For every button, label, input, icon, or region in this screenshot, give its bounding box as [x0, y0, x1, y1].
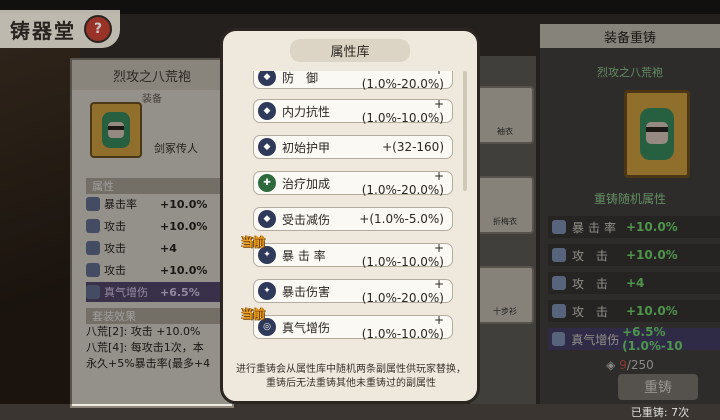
modal-title-bar: 属性库 — [223, 38, 477, 62]
attribute-range: +(32-160) — [382, 140, 444, 154]
attribute-name: 真气增伤 — [282, 320, 331, 335]
attribute-row: ✦ 暴击伤害 +(1.0%-20.0%) — [253, 277, 453, 305]
attribute-name: 内力抗性 — [282, 104, 331, 119]
current-tag: 当前 — [241, 235, 266, 249]
attribute-row-current: ✦ 暴 击 率 +(1.0%-10.0%) — [253, 241, 453, 269]
damage-reduction-icon: ◆ — [258, 210, 276, 228]
attribute-range: +(1.0%-20.0%) — [361, 169, 444, 197]
modal-description: 进行重铸会从属性库中随机两条副属性供玩家替换，重铸后无法重铸其他未重铸过的副属性 — [236, 364, 466, 389]
shield-icon: ◆ — [258, 71, 276, 86]
current-tag: 当前 — [241, 307, 266, 321]
list-scrollbar[interactable] — [463, 71, 467, 191]
attribute-row: ◆ 内力抗性 +(1.0%-10.0%) — [253, 97, 453, 125]
attribute-name: 初始护甲 — [282, 140, 331, 155]
recast-count: 已重铸: 7次 — [630, 406, 690, 419]
attribute-list[interactable]: ◆ 防 御 +(1.0%-20.0%) ◆ 内力抗性 +(1.0%-10.0%) ◆ 初始… — [247, 71, 459, 357]
attribute-name: 防 御 — [282, 71, 319, 85]
attribute-name: 治疗加成 — [282, 176, 331, 191]
attribute-row: ✚ 治疗加成 +(1.0%-20.0%) — [253, 169, 453, 197]
attribute-library-modal: 属性库 ◆ 防 御 +(1.0%-20.0%) ◆ 内力抗性 +(1.0%-10.0%)… — [220, 28, 480, 404]
attribute-range: +(1.0%-10.0%) — [361, 97, 444, 125]
attribute-range: +(1.0%-10.0%) — [361, 241, 444, 269]
armor-icon: ◆ — [258, 138, 276, 156]
page-title: 铸器堂 — [10, 18, 76, 43]
attribute-row: ◆ 防 御 +(1.0%-20.0%) — [253, 71, 453, 91]
modal-title: 属性库 — [290, 38, 410, 62]
help-button[interactable]: ? — [84, 15, 112, 43]
attribute-range: +(1.0%-10.0%) — [361, 313, 444, 341]
heal-icon: ✚ — [258, 174, 276, 192]
crit-damage-icon: ✦ — [258, 282, 276, 300]
attribute-range: +(1.0%-20.0%) — [361, 277, 444, 305]
attribute-row: ◆ 受击减伤 +(1.0%-5.0%) — [253, 207, 453, 231]
attribute-name: 暴 击 率 — [282, 248, 326, 263]
attribute-row: ◆ 初始护甲 +(32-160) — [253, 135, 453, 159]
attribute-range: +(1.0%-5.0%) — [359, 212, 444, 226]
attribute-name: 受击减伤 — [282, 212, 331, 227]
attribute-name: 暴击伤害 — [282, 284, 331, 299]
inner-power-icon: ◆ — [258, 102, 276, 120]
attribute-range: +(1.0%-20.0%) — [361, 71, 444, 91]
page-header: 铸器堂 ? — [0, 10, 120, 48]
attribute-row-current: ◎ 真气增伤 +(1.0%-10.0%) — [253, 313, 453, 341]
